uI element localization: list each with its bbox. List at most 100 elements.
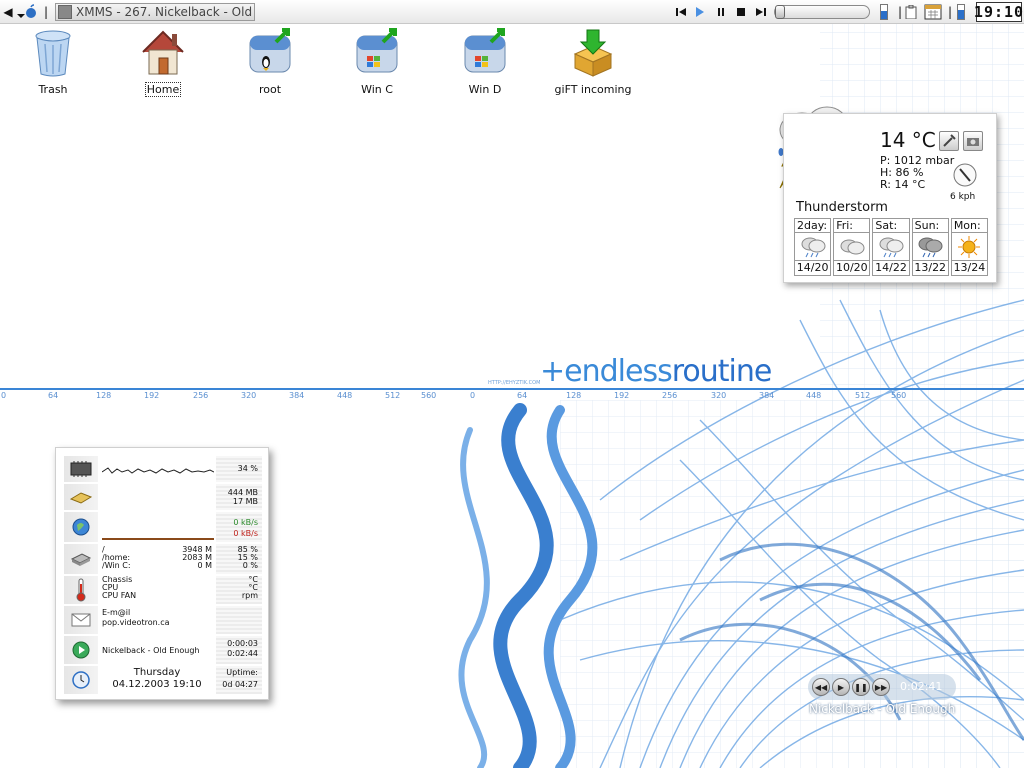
volume-meter-fill: [881, 11, 887, 19]
forecast-temps: 14/22: [875, 261, 907, 274]
play-button[interactable]: [693, 3, 707, 21]
desktop-icon-label: root: [258, 83, 282, 96]
home-icon: [142, 30, 184, 75]
ruler-tick: 0: [1, 391, 7, 400]
camera-icon: [967, 138, 979, 146]
ruler-tick: 0: [470, 391, 476, 400]
system-monitor-widget: 34 % 444 MB 17 MB 0 kB/s 0 kB/s / /home:…: [55, 447, 269, 700]
forecast-day-name: Mon:: [951, 219, 988, 233]
logo-text-routine: routine: [671, 354, 773, 389]
hard-disk-icon: [64, 544, 98, 574]
forecast-day-name: Sun:: [912, 219, 948, 233]
mini-play-button[interactable]: ▶: [832, 678, 850, 696]
desktop-icon-label: giFT incoming: [554, 83, 632, 96]
forward-icon: ▶▶: [874, 682, 888, 692]
player-elapsed: 0:00:03: [227, 639, 258, 648]
calendar-button[interactable]: [922, 3, 944, 21]
volume-meter[interactable]: [880, 4, 888, 20]
desktop-icon-label: Trash: [38, 83, 68, 96]
desktop-icon-root[interactable]: root: [225, 28, 315, 97]
rain-icon: [879, 237, 904, 257]
weather-forecast: 2day: 14/20 Fri: 10/20 Sat: 14/22 Sun: 1…: [794, 218, 989, 276]
play-icon: ▶: [837, 682, 845, 692]
disk-row: / /home: /Win C: 3948 M 2083 M 0 M 85 % …: [64, 544, 262, 574]
logo-text-endless: endless: [564, 354, 673, 389]
desktop-icon-label: Win D: [468, 83, 502, 96]
forecast-temps: 13/24: [953, 261, 986, 274]
prev-track-button[interactable]: [674, 3, 688, 21]
ruler-tick: 192: [144, 391, 160, 400]
sensor-label: CPU FAN: [102, 591, 137, 600]
clipboard-icon: [905, 5, 917, 19]
seek-slider-handle[interactable]: [775, 5, 785, 19]
calendar-icon: [924, 4, 942, 20]
next-track-button[interactable]: [754, 3, 768, 21]
seek-slider[interactable]: [774, 5, 870, 19]
mail-row: E-m@il pop.videotron.ca: [64, 606, 262, 634]
ruler-tick: 560: [421, 391, 437, 400]
pause-button[interactable]: [714, 3, 728, 21]
disk-sizes: 3948 M 2083 M 0 M: [174, 546, 212, 570]
panel-left-arrow-icon[interactable]: ◀: [2, 3, 14, 21]
ruler-tick: 128: [96, 391, 112, 400]
cpu-chip-icon: [64, 456, 98, 482]
ruler-tick: 256: [193, 391, 209, 400]
cpu-meter-fill: [958, 9, 964, 19]
date-row: Thursday 04.12.2003 19:10 Uptime: 0d 04:…: [64, 666, 262, 694]
swap-used: 17 MB: [232, 497, 258, 506]
desktop-icon-win-c[interactable]: Win C: [332, 28, 422, 97]
mini-pause-button[interactable]: ❚❚: [852, 678, 870, 696]
logo-plus: +: [540, 354, 565, 389]
weather-realfeel: R: 14 °C: [880, 178, 926, 191]
net-down: 0 kB/s: [233, 518, 258, 527]
date-display: Thursday 04.12.2003 19:10: [102, 667, 212, 691]
mail-label: E-m@il: [102, 608, 131, 617]
rewind-icon: ◀◀: [814, 682, 828, 692]
sun-icon: [958, 235, 981, 258]
kmenu-button[interactable]: [14, 3, 38, 21]
ruler-tick: 320: [241, 391, 257, 400]
uptime-values: Uptime: 0d 04:27: [216, 666, 262, 694]
disk-mount: /Win C:: [102, 561, 131, 570]
forecast-day-name: Fri:: [834, 219, 870, 233]
player-total: 0:02:44: [227, 649, 258, 658]
panel-clock[interactable]: 19:10: [974, 2, 1023, 22]
memory-icon: [64, 484, 98, 510]
clipboard-button[interactable]: [903, 3, 919, 21]
wind-compass-icon: [953, 163, 977, 187]
desktop-icon-gift-incoming[interactable]: giFT incoming: [548, 28, 638, 97]
mini-forward-button[interactable]: ▶▶: [872, 678, 890, 696]
stop-button[interactable]: [734, 3, 748, 21]
mail-info[interactable]: E-m@il pop.videotron.ca: [102, 608, 170, 628]
top-panel: ◀ | XMMS - 267. Nickelback - Old Enough …: [0, 0, 1024, 24]
desktop-icon-home[interactable]: Home: [118, 28, 208, 97]
ruler-tick: 64: [517, 391, 528, 400]
taskbar-xmms-button[interactable]: XMMS - 267. Nickelback - Old Enough: [55, 3, 255, 21]
sensor-labels: Chassis CPU CPU FAN: [102, 576, 136, 600]
sensor-units: °C °C rpm: [216, 576, 262, 604]
memory-row: 444 MB 17 MB: [64, 484, 262, 510]
disk-mounts: / /home: /Win C:: [102, 546, 182, 570]
net-up: 0 kB/s: [233, 529, 258, 538]
apple-menu-icon: [17, 4, 36, 18]
weather-wind-speed: 6 kph: [950, 192, 976, 202]
weather-settings-button[interactable]: [939, 131, 959, 151]
ruler-tick: 256: [662, 391, 678, 400]
network-values: 0 kB/s 0 kB/s: [216, 512, 262, 542]
network-graph: [102, 538, 214, 540]
mail-server: pop.videotron.ca: [102, 618, 170, 627]
xmms-window-icon: [58, 5, 72, 19]
clock-icon: [64, 666, 98, 694]
taskbar-title: XMMS - 267. Nickelback - Old Enough: [76, 5, 254, 19]
endless-routine-logo: +endlessroutine HTTP://EHYZTIK.COM: [488, 354, 773, 389]
player-track: Nickelback - Old Enough: [102, 646, 200, 655]
mini-rewind-button[interactable]: ◀◀: [812, 678, 830, 696]
ruler-tick: 448: [806, 391, 822, 400]
desktop-icon-trash[interactable]: Trash: [8, 28, 98, 97]
cpu-graph: [102, 467, 214, 474]
forecast-day: Fri: 10/20: [833, 218, 871, 276]
mini-player: ◀◀ ▶ ❚❚ ▶▶ 0:02:41: [808, 674, 956, 700]
weather-radar-button[interactable]: [963, 131, 983, 151]
desktop-icon-label: Home: [144, 82, 182, 97]
desktop-icon-win-d[interactable]: Win D: [440, 28, 530, 97]
